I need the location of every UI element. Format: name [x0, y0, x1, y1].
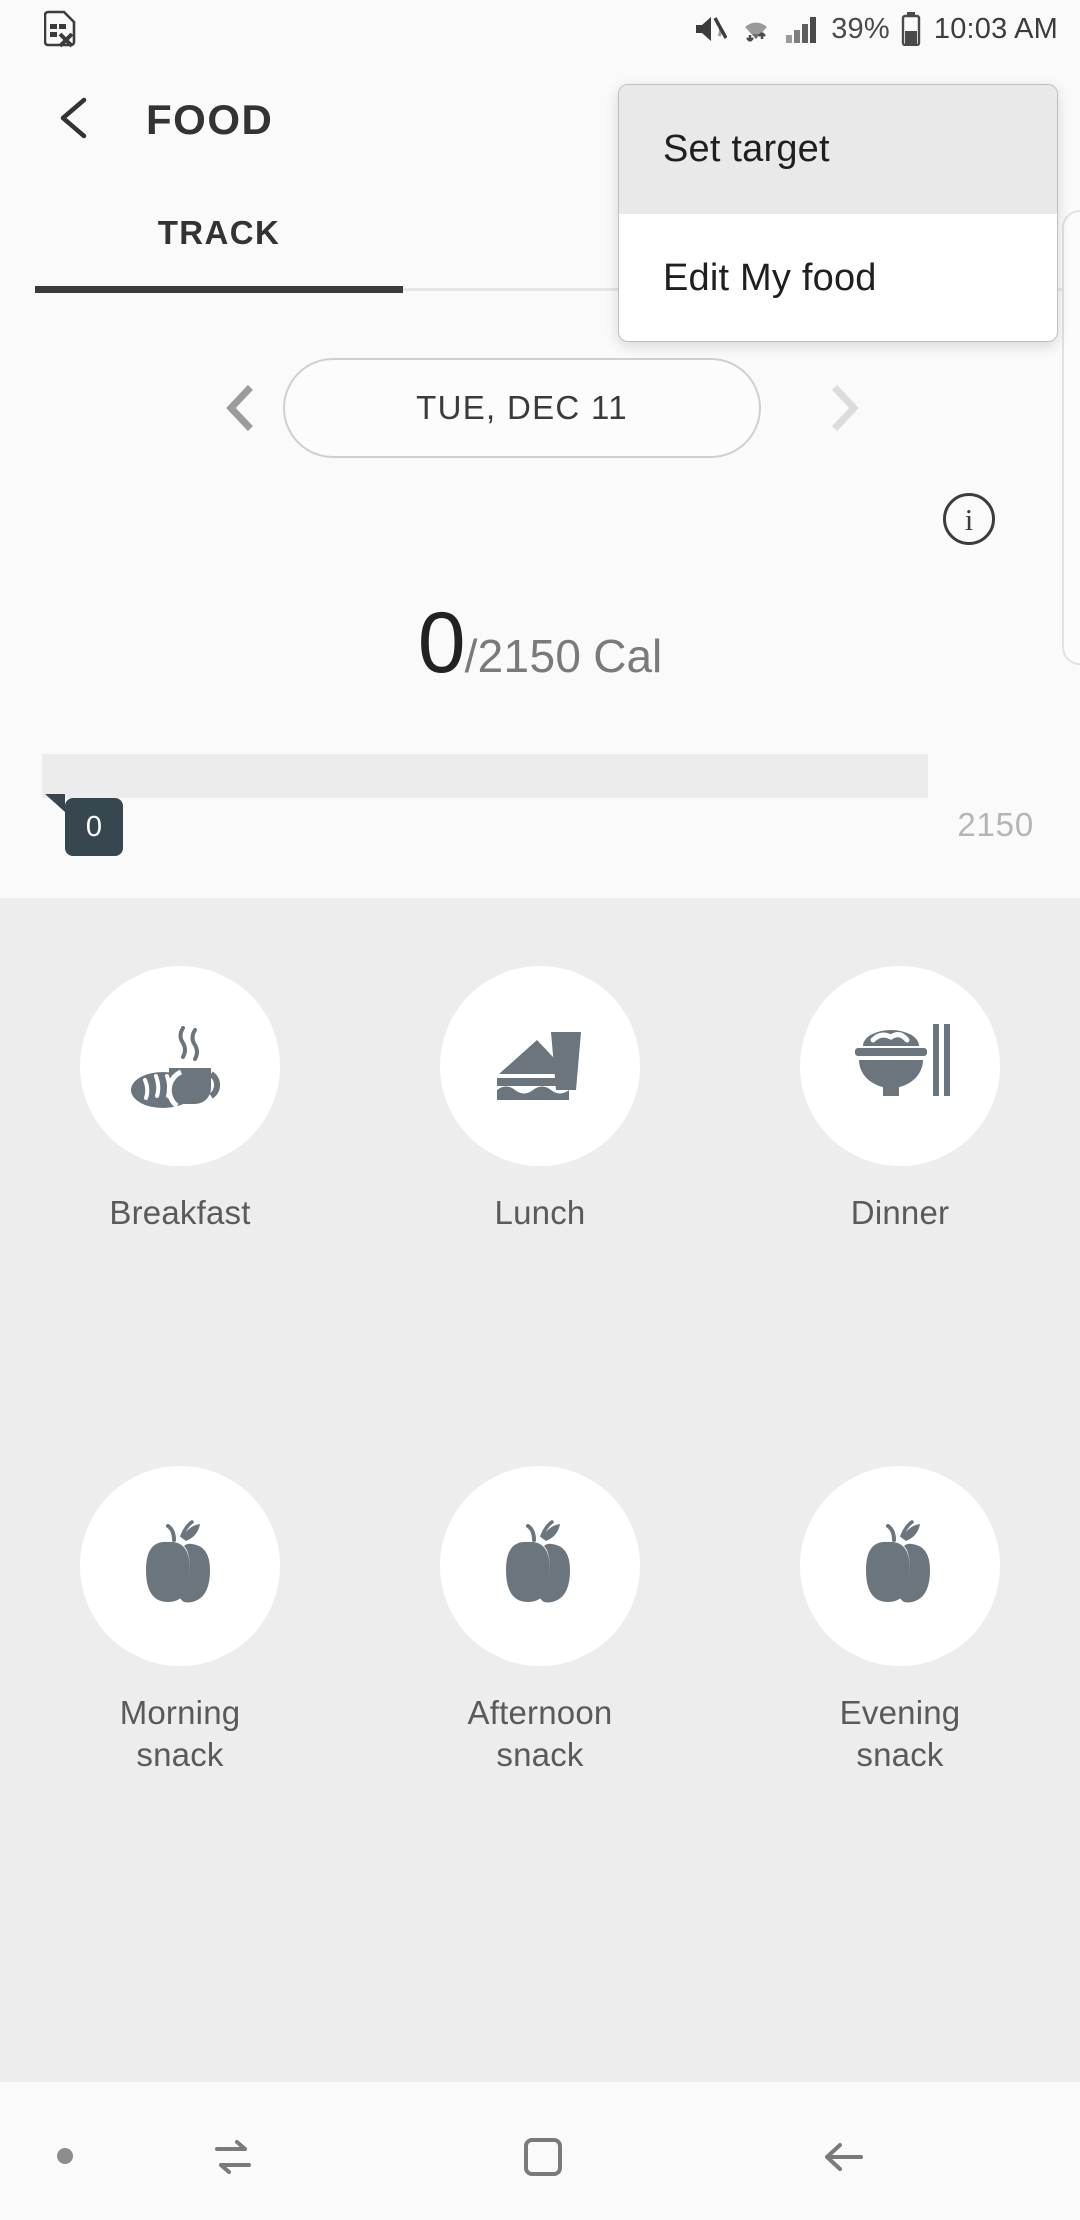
meal-afternoon-snack[interactable]: Afternoon snack	[360, 1466, 720, 1776]
nav-indicator-dot	[57, 2148, 73, 2164]
bread-and-coffee-icon	[131, 1026, 220, 1108]
menu-item-set-target[interactable]: Set target	[619, 85, 1057, 214]
calories-consumed: 0	[417, 595, 466, 691]
wifi-icon	[737, 13, 775, 45]
calorie-progress-bar	[42, 754, 928, 798]
battery-icon	[900, 12, 922, 46]
battery-percent-label: 39%	[831, 12, 890, 45]
sim-card-error-icon	[44, 10, 78, 50]
tab-active-indicator	[35, 286, 403, 293]
calorie-summary: 0 /2150 Cal	[0, 600, 1080, 686]
date-navigator: TUE, DEC 11	[0, 358, 1080, 458]
meal-label: Evening snack	[840, 1692, 961, 1776]
meal-grid: Breakfast Lunch Dinner Morning snack Aft…	[0, 898, 1080, 2082]
back-arrow-icon	[825, 2143, 863, 2171]
system-navigation-bar	[0, 2082, 1080, 2220]
sandwich-and-drink-icon	[497, 1032, 581, 1100]
menu-item-label: Set target	[663, 128, 830, 170]
calories-unit: Cal	[593, 630, 663, 682]
meal-icon-circle	[800, 1466, 1000, 1666]
menu-item-edit-my-food[interactable]: Edit My food	[619, 214, 1057, 341]
back-button[interactable]	[48, 90, 104, 146]
rice-bowl-chopsticks-icon	[855, 1024, 950, 1096]
fruit-icon	[146, 1520, 210, 1603]
meal-row-main: Breakfast Lunch Dinner	[0, 966, 1080, 1234]
next-day-button[interactable]	[818, 382, 870, 434]
meal-dinner[interactable]: Dinner	[720, 966, 1080, 1234]
meal-row-snacks: Morning snack Afternoon snack Evening sn…	[0, 1466, 1080, 1776]
meal-morning-snack[interactable]: Morning snack	[0, 1466, 360, 1776]
clock-label: 10:03 AM	[933, 12, 1058, 45]
progress-value-badge: 0	[45, 794, 123, 856]
fruit-icon	[506, 1520, 570, 1603]
mute-icon	[693, 14, 728, 44]
meal-icon-circle	[440, 1466, 640, 1666]
meal-label-line2: snack	[136, 1736, 224, 1773]
meal-label-line2: snack	[496, 1736, 584, 1773]
meal-label-line2: snack	[856, 1736, 944, 1773]
meal-evening-snack[interactable]: Evening snack	[720, 1466, 1080, 1776]
info-circle-icon[interactable]: i	[943, 493, 995, 545]
recents-icon	[215, 2140, 251, 2174]
meal-label: Morning snack	[120, 1692, 241, 1776]
meal-icon-circle	[80, 966, 280, 1166]
meal-label: Dinner	[850, 1194, 950, 1231]
date-picker-button[interactable]: TUE, DEC 11	[283, 358, 761, 458]
meal-label-line1: Afternoon	[467, 1694, 613, 1731]
home-button[interactable]	[508, 2122, 578, 2192]
cellular-signal-icon	[785, 14, 821, 44]
meal-lunch[interactable]: Lunch	[360, 966, 720, 1234]
menu-item-label: Edit My food	[663, 257, 877, 299]
meal-label-line1: Morning	[119, 1694, 241, 1731]
info-glyph: i	[964, 501, 974, 537]
tab-track[interactable]: TRACK	[35, 196, 403, 292]
meal-icon-circle	[800, 966, 1000, 1166]
meal-icon-circle	[440, 966, 640, 1166]
meal-label-line1: Evening	[839, 1694, 961, 1731]
tab-track-label: TRACK	[157, 214, 281, 251]
overflow-menu: Set target Edit My food	[618, 84, 1058, 342]
page-title: FOOD	[146, 96, 274, 143]
previous-day-button[interactable]	[215, 382, 267, 434]
meal-label: Breakfast	[109, 1194, 251, 1231]
back-button-nav[interactable]	[808, 2122, 878, 2192]
status-bar: 39% 10:03 AM	[0, 0, 1080, 58]
home-square-icon	[524, 2138, 562, 2176]
meal-icon-circle	[80, 1466, 280, 1666]
date-label: TUE, DEC 11	[416, 389, 628, 426]
fruit-icon	[866, 1520, 930, 1603]
progress-value-label: 0	[85, 810, 103, 843]
meal-breakfast[interactable]: Breakfast	[0, 966, 360, 1234]
meal-label: Lunch	[494, 1194, 586, 1231]
recents-button[interactable]	[198, 2122, 268, 2192]
meal-label: Afternoon snack	[468, 1692, 613, 1776]
progress-max-label: 2150	[957, 806, 1034, 843]
calories-target: /2150	[464, 630, 582, 682]
